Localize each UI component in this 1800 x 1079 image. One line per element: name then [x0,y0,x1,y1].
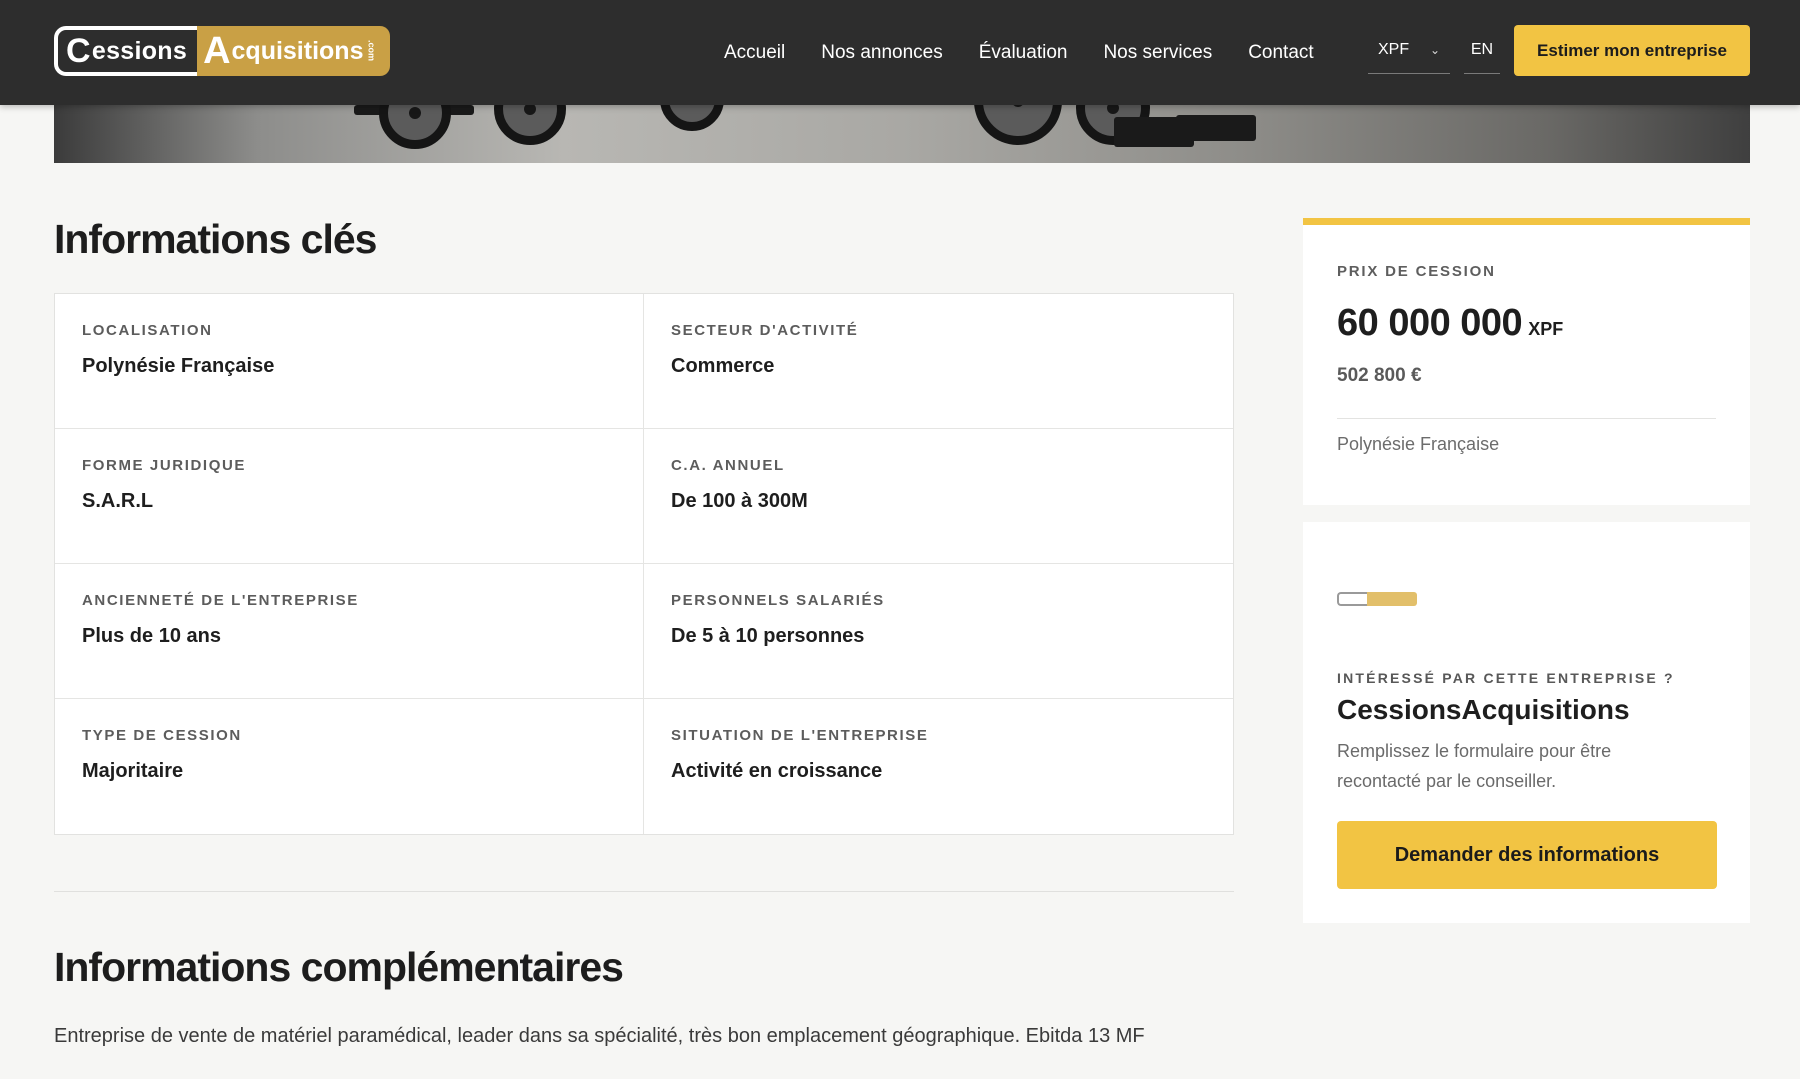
listing-hero-image [54,105,1750,163]
contact-note: Remplissez le formulaire pour être recon… [1337,741,1612,791]
info-cell-ca-annuel: C.A. ANNUEL De 100 à 300M [644,429,1233,564]
logo-cap-a: A [203,29,231,72]
listing-description: Entreprise de vente de matériel paramédi… [54,1025,1145,1047]
info-value: De 5 à 10 personnes [671,625,865,647]
info-value: S.A.R.L [82,490,154,512]
hero-wheel-shape [974,105,1062,145]
contact-card: INTÉRESSÉ PAR CETTE ENTREPRISE ? Cession… [1303,522,1750,923]
nav-nos-services[interactable]: Nos services [1103,42,1212,64]
info-value: Plus de 10 ans [82,625,221,647]
info-cell-secteur: SECTEUR D'ACTIVITÉ Commerce [644,294,1233,429]
hero-wheel-shape [379,105,451,149]
hero-wheel-shape [494,105,566,145]
site-logo[interactable]: Cessions Acquisitions .com [54,26,391,76]
nav-contact[interactable]: Contact [1248,42,1313,64]
info-label: C.A. ANNUEL [671,457,785,474]
price-main: 60 000 000 XPF [1337,302,1716,345]
info-label: SITUATION DE L'ENTREPRISE [671,727,929,744]
logo-dotcom: .com [366,40,377,62]
price-label: PRIX DE CESSION [1337,263,1496,280]
logo-cessions: Cessions [54,26,198,76]
info-label: PERSONNELS SALARIÉS [671,592,885,609]
info-cell-forme-juridique: FORME JURIDIQUE S.A.R.L [55,429,644,564]
currency-value: XPF [1378,40,1410,58]
info-value: De 100 à 300M [671,490,808,512]
request-info-button[interactable]: Demander des informations [1337,821,1717,889]
info-cell-situation: SITUATION DE L'ENTREPRISE Activité en cr… [644,699,1233,834]
info-value: Commerce [671,355,775,377]
info-cell-localisation: LOCALISATION Polynésie Française [55,294,644,429]
info-value: Activité en croissance [671,760,883,782]
estimate-company-button[interactable]: Estimer mon entreprise [1514,25,1750,76]
advisor-logo-left [1337,592,1367,606]
contact-company: CessionsAcquisitions [1337,694,1630,725]
info-label: ANCIENNETÉ DE L'ENTREPRISE [82,592,359,609]
nav-evaluation[interactable]: Évaluation [979,42,1068,64]
advisor-logo [1337,592,1417,606]
price-card: PRIX DE CESSION 60 000 000 XPF 502 800 €… [1303,218,1750,505]
language-switch[interactable]: EN [1464,26,1500,74]
price-location: Polynésie Française [1337,434,1500,454]
nav-accueil[interactable]: Accueil [724,42,785,64]
key-info-grid: LOCALISATION Polynésie Française SECTEUR… [54,293,1234,835]
info-cell-personnels: PERSONNELS SALARIÉS De 5 à 10 personnes [644,564,1233,699]
nav-nos-annonces[interactable]: Nos annonces [821,42,942,64]
info-value: Majoritaire [82,760,184,782]
info-value: Polynésie Française [82,355,275,377]
hero-frame-shape [1176,115,1256,141]
logo-text-acquisitions: cquisitions [231,36,364,65]
info-label: SECTEUR D'ACTIVITÉ [671,322,859,339]
info-label: TYPE DE CESSION [82,727,242,744]
site-header: Cessions Acquisitions .com Accueil Nos an… [0,0,1800,105]
section-divider [54,891,1234,892]
contact-label: INTÉRESSÉ PAR CETTE ENTREPRISE ? [1337,670,1675,686]
price-euro: 502 800 € [1337,365,1422,386]
chevron-down-icon: ⌄ [1429,42,1440,57]
price-amount: 60 000 000 [1337,302,1523,344]
info-cell-anciennete: ANCIENNETÉ DE L'ENTREPRISE Plus de 10 an… [55,564,644,699]
logo-acquisitions: Acquisitions .com [197,26,391,76]
price-separator [1337,418,1716,419]
currency-select[interactable]: XPF ⌄ [1368,26,1450,74]
logo-text-cessions: essions [91,36,188,65]
logo-cap-c: C [66,31,91,70]
price-currency: XPF [1528,319,1564,339]
main-nav: Accueil Nos annonces Évaluation Nos serv… [724,0,1314,105]
info-label: FORME JURIDIQUE [82,457,247,474]
hero-wheel-shape [660,105,724,131]
key-info-title: Informations clés [54,216,377,262]
info-label: LOCALISATION [82,322,213,339]
extra-info-title: Informations complémentaires [54,944,624,990]
info-cell-type-cession: TYPE DE CESSION Majoritaire [55,699,644,834]
advisor-logo-right [1367,592,1417,606]
